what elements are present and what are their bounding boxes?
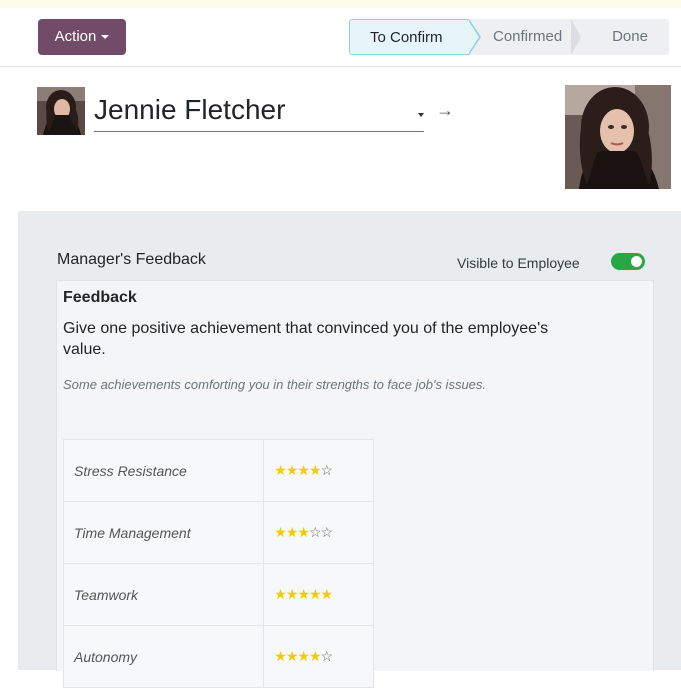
stage-to-confirm[interactable]: To Confirm bbox=[349, 19, 481, 55]
status-bar: To Confirm Confirmed Done bbox=[349, 19, 669, 55]
star-empty-icon[interactable]: ☆ bbox=[321, 524, 334, 540]
visibility-label: Visible to Employee bbox=[457, 255, 580, 271]
star-filled-icon[interactable]: ★ bbox=[286, 524, 299, 540]
stage-done[interactable]: Done bbox=[581, 19, 669, 55]
stage-label: To Confirm bbox=[370, 29, 443, 46]
dropdown-caret-icon[interactable] bbox=[418, 113, 424, 117]
star-filled-icon[interactable]: ★ bbox=[297, 462, 310, 478]
employee-photo[interactable] bbox=[565, 85, 671, 189]
star-filled-icon[interactable]: ★ bbox=[309, 586, 322, 602]
star-filled-icon[interactable]: ★ bbox=[286, 648, 299, 664]
stage-arrow-icon bbox=[571, 19, 581, 55]
action-button[interactable]: Action bbox=[38, 19, 126, 55]
arrow-right-icon[interactable]: → bbox=[436, 100, 454, 121]
star-empty-icon[interactable]: ☆ bbox=[309, 524, 322, 540]
rating-label: Autonomy bbox=[62, 625, 265, 688]
caret-down-icon bbox=[101, 35, 110, 40]
star-filled-icon[interactable]: ★ bbox=[286, 462, 299, 478]
ratings-table: Stress Resistance ★★★★☆ Time Management ★★★… bbox=[62, 439, 374, 688]
star-filled-icon[interactable]: ★ bbox=[274, 586, 287, 602]
section-title: Manager's Feedback bbox=[57, 251, 206, 268]
rating-row: Time Management ★★★☆☆ bbox=[62, 501, 374, 564]
rating-row: Stress Resistance ★★★★☆ bbox=[62, 439, 374, 502]
star-filled-icon[interactable]: ★ bbox=[286, 586, 299, 602]
star-empty-icon[interactable]: ☆ bbox=[321, 462, 334, 478]
rating-label: Teamwork bbox=[62, 563, 265, 626]
rating-label: Stress Resistance bbox=[62, 439, 265, 502]
star-filled-icon[interactable]: ★ bbox=[309, 462, 322, 478]
rating-row: Autonomy ★★★★☆ bbox=[62, 625, 374, 688]
star-rating[interactable]: ★★★☆☆ bbox=[263, 501, 374, 564]
star-rating[interactable]: ★★★★☆ bbox=[263, 439, 374, 502]
toggle-knob bbox=[631, 256, 642, 267]
form-header: Jennie Fletcher → bbox=[18, 67, 681, 211]
visible-to-employee-toggle[interactable] bbox=[611, 253, 645, 270]
rating-label: Time Management bbox=[62, 501, 265, 564]
star-filled-icon[interactable]: ★ bbox=[297, 586, 310, 602]
stage-label: Confirmed bbox=[493, 28, 563, 45]
star-filled-icon[interactable]: ★ bbox=[321, 586, 334, 602]
star-empty-icon[interactable]: ☆ bbox=[321, 648, 334, 664]
action-button-label: Action bbox=[54, 28, 97, 45]
star-filled-icon[interactable]: ★ bbox=[274, 648, 287, 664]
employee-avatar-small bbox=[37, 87, 85, 135]
employee-name-field[interactable]: Jennie Fletcher bbox=[94, 89, 424, 132]
star-rating[interactable]: ★★★★★ bbox=[263, 563, 374, 626]
star-filled-icon[interactable]: ★ bbox=[297, 524, 310, 540]
feedback-description: Some achievements comforting you in thei… bbox=[63, 377, 487, 392]
star-filled-icon[interactable]: ★ bbox=[297, 648, 310, 664]
star-filled-icon[interactable]: ★ bbox=[309, 648, 322, 664]
feedback-question: Give one positive achievement that convi… bbox=[63, 320, 549, 358]
stage-label: Done bbox=[612, 28, 648, 45]
feedback-heading: Feedback bbox=[63, 289, 137, 306]
star-rating[interactable]: ★★★★☆ bbox=[263, 625, 374, 688]
star-filled-icon[interactable]: ★ bbox=[274, 462, 287, 478]
stage-confirmed[interactable]: Confirmed bbox=[469, 19, 581, 55]
rating-row: Teamwork ★★★★★ bbox=[62, 563, 374, 626]
control-panel: Action To Confirm Confirmed Done bbox=[0, 8, 681, 66]
employee-name: Jennie Fletcher bbox=[94, 94, 286, 125]
star-filled-icon[interactable]: ★ bbox=[274, 524, 287, 540]
top-strip bbox=[0, 0, 681, 8]
